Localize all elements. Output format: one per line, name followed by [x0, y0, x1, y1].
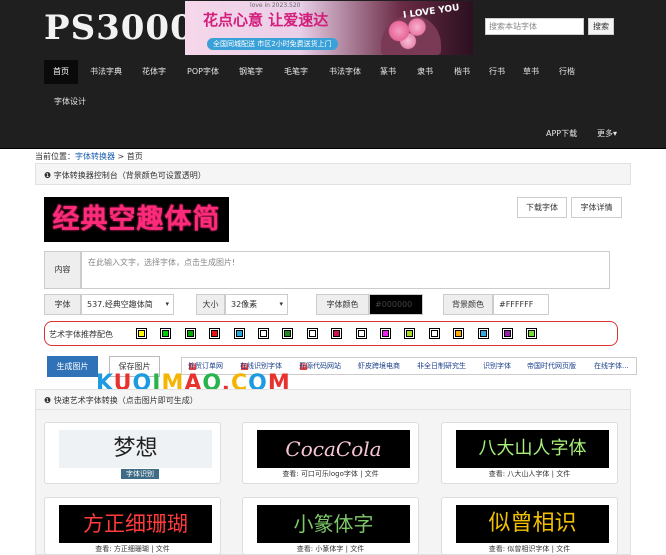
app-download-link[interactable]: APP下载 — [546, 128, 577, 139]
font-sample-image: 八大山人字体 — [456, 430, 609, 468]
download-font-button[interactable]: 下载字体 — [517, 197, 567, 218]
color-swatch[interactable] — [209, 328, 221, 339]
font-card[interactable]: 八大山人字体 查看: 八大山人字体 | 文件 — [441, 422, 618, 484]
nav-item-dictionary[interactable]: 书法字典 — [83, 60, 129, 84]
font-card[interactable]: 方正细珊瑚 查看: 方正细珊瑚 | 文件 — [44, 497, 221, 555]
color-swatch[interactable] — [477, 328, 489, 339]
font-card-caption[interactable]: 查看: 小篆体字 | 文件 — [243, 544, 418, 554]
color-swatch[interactable] — [502, 328, 513, 339]
breadcrumb-current: 首页 — [126, 152, 143, 161]
nav-item-design[interactable]: 字体设计 — [47, 90, 93, 114]
font-detail-button[interactable]: 字体详情 — [571, 197, 622, 218]
color-swatch[interactable] — [404, 328, 416, 339]
chevron-down-icon: ▾ — [279, 300, 283, 308]
color-swatch[interactable] — [428, 328, 440, 339]
nav-item-pop[interactable]: POP字体 — [180, 60, 226, 84]
sponsor-link[interactable]: 非全日制研究生 — [417, 358, 466, 374]
font-color-label: 字体颜色 — [316, 294, 369, 315]
nav-item-brush[interactable]: 毛笔字 — [276, 60, 316, 84]
breadcrumb: 当前位置：字体转换器 > 首页 — [35, 151, 143, 162]
color-swatch[interactable] — [355, 328, 367, 339]
color-swatch[interactable] — [331, 328, 343, 339]
color-swatch[interactable] — [233, 328, 245, 339]
banner-headline: 花点心意 让爱速达 — [203, 11, 329, 29]
font-recognize-badge[interactable]: 字体识别 — [121, 469, 159, 479]
font-card-caption[interactable]: 查看: 八大山人字体 | 文件 — [442, 469, 617, 479]
site-header: PS3000 love in 2023.520 花点心意 让爱速达 全国同城配送… — [0, 0, 666, 149]
font-sample-image: 似曾相识 — [456, 505, 609, 543]
color-swatch[interactable] — [306, 328, 318, 339]
nav-item-kai[interactable]: 楷书 — [447, 60, 477, 84]
font-select-value: 537.经典空趣体简 — [87, 300, 153, 309]
color-swatch[interactable] — [526, 328, 538, 339]
site-logo[interactable]: PS3000 — [44, 8, 195, 48]
quick-title: ❶ 快速艺术字体转换（点击图片即可生成） — [44, 396, 198, 405]
font-card-caption[interactable]: 查看: 似曾相识字体 | 文件 — [442, 544, 617, 554]
nav-item-zhuan[interactable]: 篆书 — [373, 60, 403, 84]
font-card-caption[interactable]: 查看: 方正细珊瑚 | 文件 — [45, 544, 220, 554]
generate-image-button[interactable]: 生成图片 — [47, 356, 98, 377]
nav-item-huati[interactable]: 花体字 — [134, 60, 174, 84]
banner-small: love in 2023.520 — [250, 2, 301, 9]
nav-item-cao[interactable]: 草书 — [518, 60, 544, 84]
font-card-caption[interactable]: 查看: 可口可乐logo字体 | 文件 — [243, 469, 418, 479]
chevron-down-icon: ▾ — [165, 300, 169, 308]
bg-color-input[interactable]: #FFFFFF — [493, 294, 549, 315]
nav-item-calligraphy[interactable]: 书法字体 — [322, 60, 368, 84]
bg-color-label: 背景颜色 — [443, 294, 493, 315]
breadcrumb-link[interactable]: 字体转换器 — [75, 152, 115, 161]
console-title: ❶ 字体转换器控制台（背景颜色可设置透明） — [44, 171, 206, 180]
sponsor-link[interactable]: 在线字体... — [594, 358, 629, 374]
size-select-value: 32像素 — [231, 300, 258, 309]
content-label: 内容 — [44, 251, 81, 289]
color-palette: 艺术字体推荐配色 — [44, 321, 618, 346]
size-label: 大小 — [196, 294, 225, 315]
font-preview-image: 经典空趣体简 — [44, 197, 229, 242]
more-menu[interactable]: 更多▾ — [597, 128, 617, 139]
font-card[interactable]: 梦想 字体识别 — [44, 422, 221, 484]
nav-item-xingkai[interactable]: 行楷 — [553, 60, 581, 84]
nav-item-home[interactable]: 首页 — [44, 60, 78, 84]
sponsor-link[interactable]: 帝国时代网页版 — [527, 358, 576, 374]
color-swatch[interactable] — [258, 328, 269, 339]
font-sample-image: 小篆体字 — [257, 505, 410, 543]
color-swatch[interactable] — [453, 328, 465, 339]
content-textarea[interactable]: 在此输入文字，选择字体，点击生成图片! — [81, 251, 610, 289]
sponsor-link[interactable]: 虾皮跨境电商 — [358, 358, 400, 374]
color-swatch[interactable] — [184, 328, 196, 339]
font-label: 字体 — [44, 294, 81, 315]
nav-item-li[interactable]: 隶书 — [410, 60, 440, 84]
font-select[interactable]: 537.经典空趣体简 ▾ — [81, 294, 174, 315]
ad-banner[interactable]: love in 2023.520 花点心意 让爱速达 全国同城配送 市区2小时免… — [185, 1, 473, 55]
font-card[interactable]: CocaCola 查看: 可口可乐logo字体 | 文件 — [242, 422, 419, 484]
nav-item-pen[interactable]: 钢笔字 — [232, 60, 270, 84]
banner-tag: 全国同城配送 市区2小时免费送货上门 — [207, 38, 338, 50]
search-input[interactable]: 搜索本站字体 — [485, 18, 584, 35]
breadcrumb-sep: > — [115, 152, 127, 161]
palette-label: 艺术字体推荐配色 — [49, 330, 113, 339]
font-sample-image: 梦想 — [59, 430, 212, 468]
color-swatch[interactable] — [136, 328, 147, 339]
nav-item-xing[interactable]: 行书 — [484, 60, 510, 84]
sponsor-link[interactable]: 识别字体 — [483, 358, 511, 374]
size-select[interactable]: 32像素 ▾ — [225, 294, 288, 315]
search-button[interactable]: 搜索 — [588, 18, 614, 35]
font-card[interactable]: 小篆体字 查看: 小篆体字 | 文件 — [242, 497, 419, 555]
breadcrumb-prefix: 当前位置： — [35, 152, 75, 161]
font-sample-image: CocaCola — [257, 430, 410, 468]
sponsor-link[interactable]: 开源代码网站荐 — [299, 358, 341, 374]
font-sample-image: 方正细珊瑚 — [59, 505, 212, 543]
banner-corner: I LOVE YOU — [402, 3, 461, 21]
flower-bouquet-image — [381, 15, 441, 55]
font-color-input[interactable]: #000000 — [369, 294, 423, 315]
color-swatch[interactable] — [282, 328, 294, 339]
font-card[interactable]: 似曾相识 查看: 似曾相识字体 | 文件 — [441, 497, 618, 555]
color-swatch[interactable] — [160, 328, 172, 339]
color-swatch[interactable] — [380, 328, 391, 339]
